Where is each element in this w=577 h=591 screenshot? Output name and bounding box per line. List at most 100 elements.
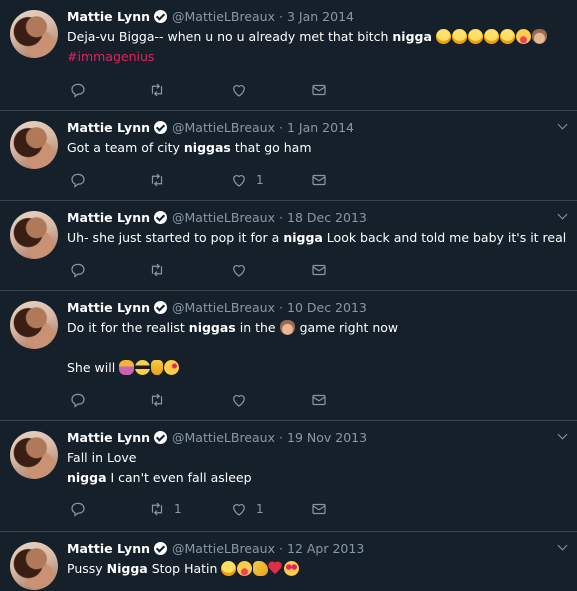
tweet-text: Fall in Love nigga I can't even fall asl…	[67, 448, 567, 488]
user-handle[interactable]: @MattieLBreaux	[172, 9, 275, 24]
retweet-icon	[151, 393, 163, 407]
avatar[interactable]	[10, 121, 58, 169]
text-segment: game right now	[295, 320, 399, 335]
avatar[interactable]	[10, 301, 58, 349]
retweet-icon	[151, 83, 163, 97]
tweet[interactable]: Mattie Lynn @MattieLBreaux · 12 Apr 2013…	[0, 532, 577, 591]
chevron-down-icon[interactable]	[558, 121, 568, 131]
user-name[interactable]: Mattie Lynn	[67, 120, 150, 135]
message-button[interactable]	[310, 171, 328, 189]
tweet-date[interactable]: 3 Jan 2014	[287, 9, 354, 24]
message-button[interactable]	[310, 261, 328, 279]
face-with-tears-of-joy-icon	[435, 29, 451, 44]
user-name[interactable]: Mattie Lynn	[67, 210, 150, 225]
text-segment-bold: nigga	[67, 470, 107, 485]
tweet-header: Mattie Lynn @MattieLBreaux · 10 Dec 2013	[67, 298, 367, 316]
tweet-actions	[67, 261, 367, 279]
text-segment: Uh- she just started to pop it for a	[67, 230, 284, 245]
reply-button[interactable]	[69, 171, 95, 189]
message-button[interactable]	[310, 391, 328, 409]
avatar[interactable]	[10, 431, 58, 479]
verified-badge-icon	[154, 430, 168, 444]
user-handle[interactable]: @MattieLBreaux	[172, 300, 275, 315]
user-handle[interactable]: @MattieLBreaux	[172, 120, 275, 135]
verified-badge-icon	[154, 300, 168, 314]
message-button[interactable]	[310, 81, 328, 99]
like-button[interactable]	[230, 81, 256, 99]
face-with-tears-of-joy-icon	[467, 29, 483, 44]
like-button[interactable]: 1	[230, 171, 264, 189]
face-with-tears-of-joy-icon	[451, 29, 467, 44]
text-segment: Got a team of city	[67, 140, 184, 155]
tweet-header: Mattie Lynn @MattieLBreaux · 18 Dec 2013	[67, 208, 367, 226]
tweet[interactable]: Mattie Lynn @MattieLBreaux · 1 Jan 2014 …	[0, 111, 577, 201]
face-with-tears-of-joy-icon	[483, 29, 499, 44]
retweet-button[interactable]	[148, 171, 174, 189]
text-segment: Stop Hatin	[147, 561, 222, 576]
user-handle[interactable]: @MattieLBreaux	[172, 430, 275, 445]
tweet[interactable]: Mattie Lynn @MattieLBreaux · 19 Nov 2013…	[0, 421, 577, 532]
reply-button[interactable]	[69, 500, 95, 518]
user-name[interactable]: Mattie Lynn	[67, 430, 150, 445]
tweet-header: Mattie Lynn @MattieLBreaux · 1 Jan 2014	[67, 118, 354, 136]
tweet-header: Mattie Lynn @MattieLBreaux · 19 Nov 2013	[67, 428, 367, 446]
text-segment-bold: niggas	[183, 140, 231, 155]
text-segment-bold: nigga	[283, 230, 323, 245]
reply-icon	[71, 502, 85, 517]
retweet-button[interactable]	[148, 81, 174, 99]
tweet-text: Got a team of city niggas that go ham	[67, 138, 567, 158]
tweet-date[interactable]: 12 Apr 2013	[287, 541, 364, 556]
avatar[interactable]	[10, 10, 58, 58]
like-count: 1	[256, 502, 264, 516]
avatar[interactable]	[10, 542, 58, 590]
retweet-button[interactable]	[148, 391, 174, 409]
like-button[interactable]	[230, 391, 256, 409]
text-segment: that go ham	[230, 140, 312, 155]
retweet-button[interactable]: 1	[148, 500, 182, 518]
avatar[interactable]	[10, 211, 58, 259]
text-segment: I can't even fall asleep	[106, 470, 252, 485]
tweet-header: Mattie Lynn @MattieLBreaux · 3 Jan 2014	[67, 7, 354, 25]
chevron-down-icon[interactable]	[558, 211, 568, 221]
tweet-date[interactable]: 18 Dec 2013	[287, 210, 367, 225]
hashtag-link[interactable]: #immagenius	[67, 49, 154, 64]
user-name[interactable]: Mattie Lynn	[67, 9, 150, 24]
separator: ·	[279, 540, 283, 556]
text-segment: Do it for the realist	[67, 320, 189, 335]
see-no-evil-monkey-icon	[279, 320, 295, 335]
retweet-count: 1	[174, 502, 182, 516]
heart-icon	[233, 175, 245, 187]
user-name[interactable]: Mattie Lynn	[67, 300, 150, 315]
message-button[interactable]	[310, 500, 328, 518]
like-button[interactable]	[230, 261, 256, 279]
user-name[interactable]: Mattie Lynn	[67, 541, 150, 556]
envelope-icon	[312, 264, 326, 276]
separator: ·	[279, 8, 283, 24]
reply-icon	[71, 263, 85, 278]
tweet[interactable]: Mattie Lynn @MattieLBreaux · 10 Dec 2013…	[0, 291, 577, 421]
flexed-biceps-icon	[253, 561, 269, 576]
reply-button[interactable]	[69, 391, 95, 409]
retweet-button[interactable]	[148, 261, 174, 279]
tweet-date[interactable]: 1 Jan 2014	[287, 120, 354, 135]
tweet[interactable]: Mattie Lynn @MattieLBreaux · 3 Jan 2014 …	[0, 0, 577, 111]
face-with-tongue-icon	[515, 29, 531, 44]
heart-icon	[233, 85, 245, 97]
chevron-down-icon[interactable]	[558, 431, 568, 441]
text-segment-bold: nigga	[392, 29, 432, 44]
like-button[interactable]: 1	[230, 500, 264, 518]
tweet-date[interactable]: 10 Dec 2013	[287, 300, 367, 315]
envelope-icon	[312, 174, 326, 186]
tweet-date[interactable]: 19 Nov 2013	[287, 430, 367, 445]
reply-button[interactable]	[69, 261, 95, 279]
tweet-feed: Mattie Lynn @MattieLBreaux · 3 Jan 2014 …	[0, 0, 577, 591]
like-count: 1	[256, 173, 264, 187]
chevron-down-icon[interactable]	[558, 542, 568, 552]
envelope-icon	[312, 84, 326, 96]
reply-button[interactable]	[69, 81, 95, 99]
tweet[interactable]: Mattie Lynn @MattieLBreaux · 18 Dec 2013…	[0, 201, 577, 291]
face-blowing-kiss-icon	[164, 360, 180, 375]
user-handle[interactable]: @MattieLBreaux	[172, 541, 275, 556]
user-handle[interactable]: @MattieLBreaux	[172, 210, 275, 225]
tweet-text: Do it for the realist niggas in the game…	[67, 318, 567, 378]
